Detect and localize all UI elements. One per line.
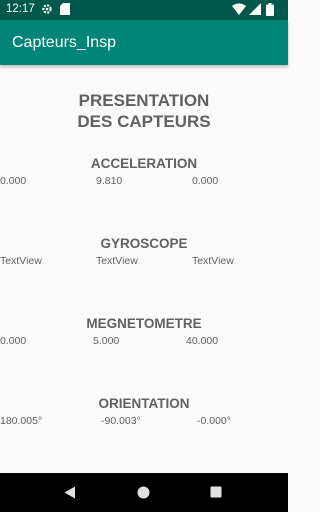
gyroscope-z-value: TextView [192, 255, 234, 267]
acceleration-title: ACCELERATION [90, 156, 198, 171]
acceleration-y-value: 9.810 [96, 175, 123, 187]
app-title: Capteurs_Insp [12, 34, 117, 51]
magnetometer-z-value: 40.000 [186, 335, 219, 347]
orientation-x-value: 180.005° [0, 415, 43, 427]
home-icon[interactable] [137, 486, 150, 499]
battery-icon [266, 3, 274, 16]
gyroscope-x-value: TextView [0, 255, 42, 267]
sd-card-icon [60, 3, 70, 15]
page-title-line1: PRESENTATION [78, 91, 210, 110]
back-icon[interactable] [64, 486, 76, 499]
acceleration-x-value: 0.000 [0, 175, 27, 187]
status-time: 12:17 [6, 3, 35, 15]
orientation-title: ORIENTATION [98, 396, 190, 411]
recents-icon[interactable] [210, 486, 222, 498]
acceleration-z-value: 0.000 [192, 175, 219, 187]
magnetometer-title: MEGNETOMETRE [86, 316, 202, 331]
page-title-line2: DES CAPTEURS [77, 112, 211, 131]
magnetometer-x-value: 0.000 [0, 335, 27, 347]
orientation-y-value: -90.003° [101, 415, 141, 427]
cell-signal-icon [249, 3, 261, 15]
gear-icon [42, 4, 52, 14]
magnetometer-y-value: 5.000 [93, 335, 120, 347]
navigation-bar [0, 473, 288, 512]
status-bar: 12:17 [0, 0, 288, 20]
orientation-z-value: -0.000° [197, 415, 231, 427]
wifi-icon [232, 3, 246, 15]
gyroscope-title: GYROSCOPE [100, 236, 188, 251]
app-bar: Capteurs_Insp [0, 20, 288, 65]
page-title: PRESENTATION DES CAPTEURS [0, 90, 288, 132]
gyroscope-y-value: TextView [96, 255, 138, 267]
